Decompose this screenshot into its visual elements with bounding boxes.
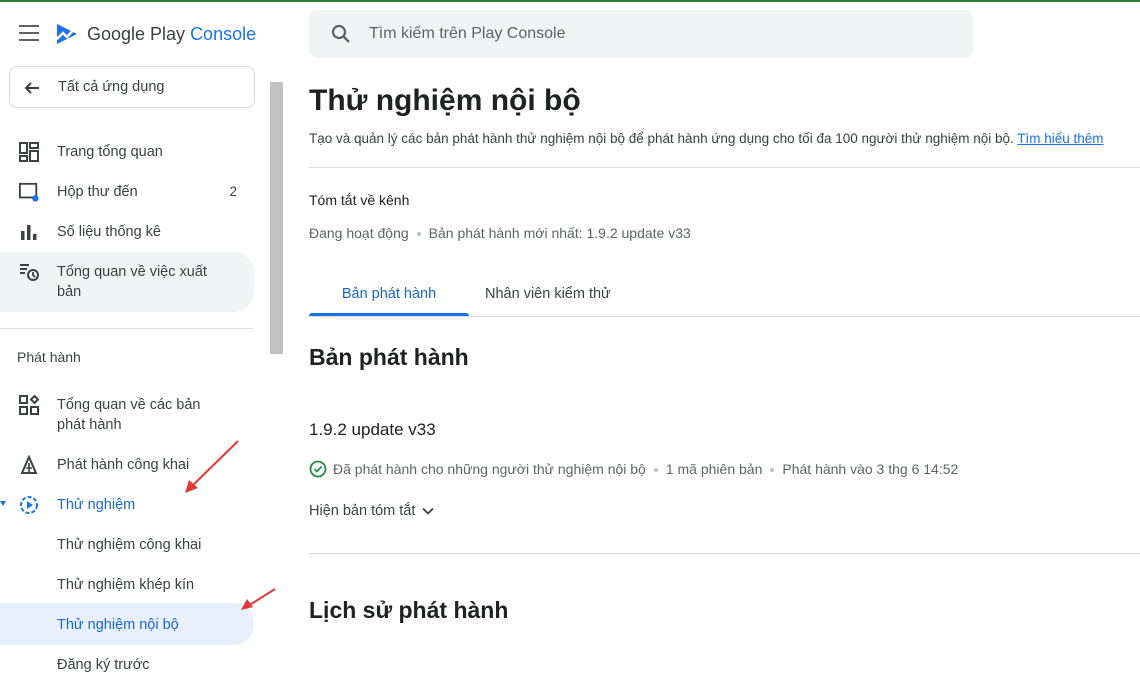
search-bar[interactable] (309, 10, 973, 58)
sidebar-item-testing[interactable]: Thử nghiệm (0, 493, 254, 517)
dashboard-icon (19, 142, 39, 162)
release-time: Phát hành vào 3 thg 6 14:52 (782, 461, 959, 477)
separator-dot (416, 232, 421, 237)
search-input[interactable] (369, 22, 949, 46)
sidebar-divider (0, 328, 254, 329)
latest-release: Bản phát hành mới nhất: 1.9.2 update v33 (428, 225, 691, 241)
page-description: Tạo và quản lý các bản phát hành thử ngh… (309, 131, 1104, 146)
section-title-release: Phát hành (17, 349, 81, 365)
active-tab-indicator (309, 313, 469, 316)
search-icon (331, 24, 350, 43)
check-circle-icon (309, 460, 327, 478)
sidebar-item-inbox[interactable]: Hộp thư đến 2 (0, 180, 254, 204)
sidebar: Google Play Console Tất cả ứng dụng Tran… (0, 2, 270, 693)
sidebar-item-label: Phát hành công khai (57, 457, 190, 473)
sidebar-item-label: Thử nghiệm công khai (57, 537, 202, 553)
release-version: 1.9.2 update v33 (309, 420, 436, 439)
sidebar-item-statistics[interactable]: Số liệu thống kê (0, 220, 254, 244)
sidebar-item-label: Đăng ký trước (57, 657, 150, 673)
sidebar-item-release-overview[interactable]: Tổng quan về các bản phát hành (0, 393, 254, 437)
release-status-text: Đã phát hành cho những người thử nghiệm … (333, 461, 646, 477)
version-codes: 1 mã phiên bản (665, 461, 763, 477)
separator-dot (770, 468, 775, 473)
sidebar-item-label: Thử nghiệm (57, 497, 136, 513)
sidebar-item-label: Tổng quan về các bản phát hành (57, 397, 201, 433)
sidebar-item-dashboard[interactable]: Trang tổng quan (0, 140, 254, 164)
show-summary-label: Hiện bản tóm tắt (309, 503, 416, 519)
testing-icon (20, 496, 38, 514)
tabs-divider (309, 316, 1140, 317)
inbox-icon (19, 182, 39, 202)
divider (309, 167, 1140, 168)
release-history-heading: Lịch sử phát hành (309, 597, 509, 623)
separator-dot (653, 468, 658, 473)
releases-heading: Bản phát hành (309, 344, 469, 370)
divider (309, 553, 1140, 554)
sidebar-item-internal-testing[interactable]: Thử nghiệm nội bộ (0, 603, 254, 645)
menu-icon[interactable] (19, 25, 39, 41)
tab-testers[interactable]: Nhân viên kiểm thử (485, 286, 611, 302)
show-summary-button[interactable]: Hiện bản tóm tắt (309, 503, 435, 519)
channel-summary-status: Đang hoạt động Bản phát hành mới nhất: 1.… (309, 225, 691, 241)
sidebar-item-label: Thử nghiệm khép kín (57, 577, 195, 593)
sidebar-item-publishing-overview[interactable]: Tổng quan về việc xuất bản (0, 252, 254, 312)
history-icon (20, 264, 39, 281)
sidebar-item-label: Hộp thư đến (57, 184, 138, 200)
all-apps-label: Tất cả ứng dụng (58, 79, 165, 95)
production-icon (20, 455, 38, 474)
chevron-down-icon (422, 507, 435, 515)
brand-prefix: Google Play (87, 24, 191, 44)
sidebar-item-label: Tổng quan về việc xuất bản (57, 264, 207, 300)
sidebar-item-label: Số liệu thống kê (57, 224, 161, 240)
sidebar-item-open-testing[interactable]: Thử nghiệm công khai (0, 533, 254, 557)
sidebar-item-pre-registration[interactable]: Đăng ký trước (0, 653, 254, 677)
brand-name[interactable]: Google Play Console (87, 24, 256, 45)
bar-chart-icon (21, 225, 37, 240)
grid-icon (19, 395, 39, 415)
release-status: Đã phát hành cho những người thử nghiệm … (309, 460, 958, 478)
sidebar-item-production[interactable]: Phát hành công khai (0, 453, 254, 477)
logo-row: Google Play Console (0, 2, 270, 66)
sidebar-scrollbar[interactable] (270, 82, 283, 354)
channel-summary-title: Tóm tắt về kênh (309, 192, 410, 208)
learn-more-link[interactable]: Tìm hiểu thêm (1017, 131, 1103, 146)
tab-releases[interactable]: Bản phát hành (309, 286, 469, 302)
all-apps-button[interactable]: Tất cả ứng dụng (9, 66, 255, 108)
sidebar-item-label: Thử nghiệm nội bộ (57, 617, 179, 633)
arrow-left-icon (24, 82, 39, 94)
description-text: Tạo và quản lý các bản phát hành thử ngh… (309, 131, 1014, 146)
play-console-logo-icon (56, 24, 77, 44)
inbox-count-badge: 2 (229, 184, 237, 199)
brand-suffix: Console (190, 24, 257, 44)
page-title: Thử nghiệm nội bộ (309, 84, 581, 117)
sidebar-item-closed-testing[interactable]: Thử nghiệm khép kín (0, 573, 254, 597)
channel-status: Đang hoạt động (309, 225, 409, 241)
sidebar-item-label: Trang tổng quan (57, 144, 163, 160)
